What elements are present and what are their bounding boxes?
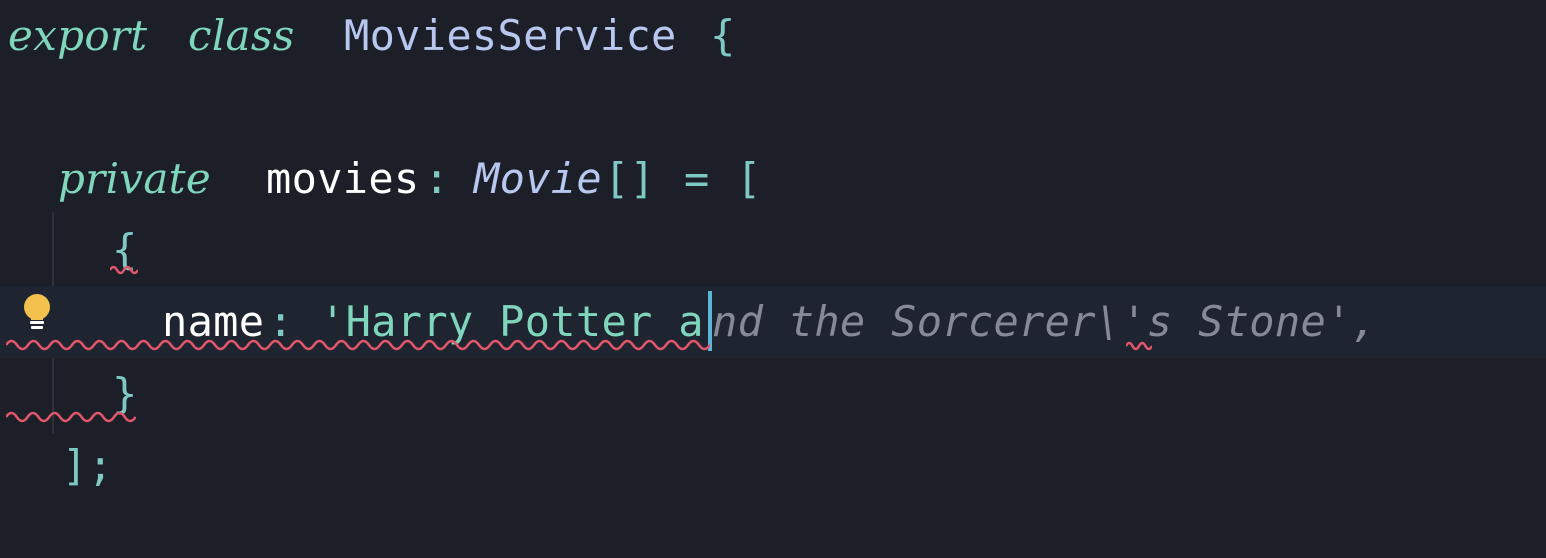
error-squiggle xyxy=(110,265,138,275)
equals-sign: = xyxy=(684,154,710,203)
colon: : xyxy=(424,154,450,203)
error-squiggle xyxy=(6,339,710,351)
code-line-6[interactable]: } xyxy=(0,358,1546,430)
array-close: ]; xyxy=(62,441,114,490)
keyword-class: class xyxy=(188,11,295,60)
code-line-7[interactable]: ]; xyxy=(0,430,1546,502)
code-editor[interactable]: export class MoviesService { private mov… xyxy=(0,0,1546,558)
code-line-3[interactable]: private movies : Movie [] = [ xyxy=(0,143,1546,215)
array-brackets: [] xyxy=(604,154,656,203)
type-movie: Movie xyxy=(474,154,602,203)
error-squiggle xyxy=(1126,341,1152,351)
code-line-4[interactable]: { xyxy=(0,214,1546,286)
lightbulb-icon[interactable] xyxy=(20,292,54,332)
keyword-export: export xyxy=(8,11,148,60)
open-brace: { xyxy=(710,11,736,60)
class-name: MoviesService xyxy=(344,11,677,60)
open-bracket: [ xyxy=(736,154,762,203)
code-line-2[interactable] xyxy=(0,72,1546,144)
property-movies: movies xyxy=(266,154,420,203)
inline-suggestion[interactable]: nd the Sorcerer\'s Stone', xyxy=(712,286,1377,358)
keyword-private: private xyxy=(58,154,211,203)
error-squiggle xyxy=(6,411,136,423)
code-line-1[interactable]: export class MoviesService { xyxy=(0,0,1546,72)
